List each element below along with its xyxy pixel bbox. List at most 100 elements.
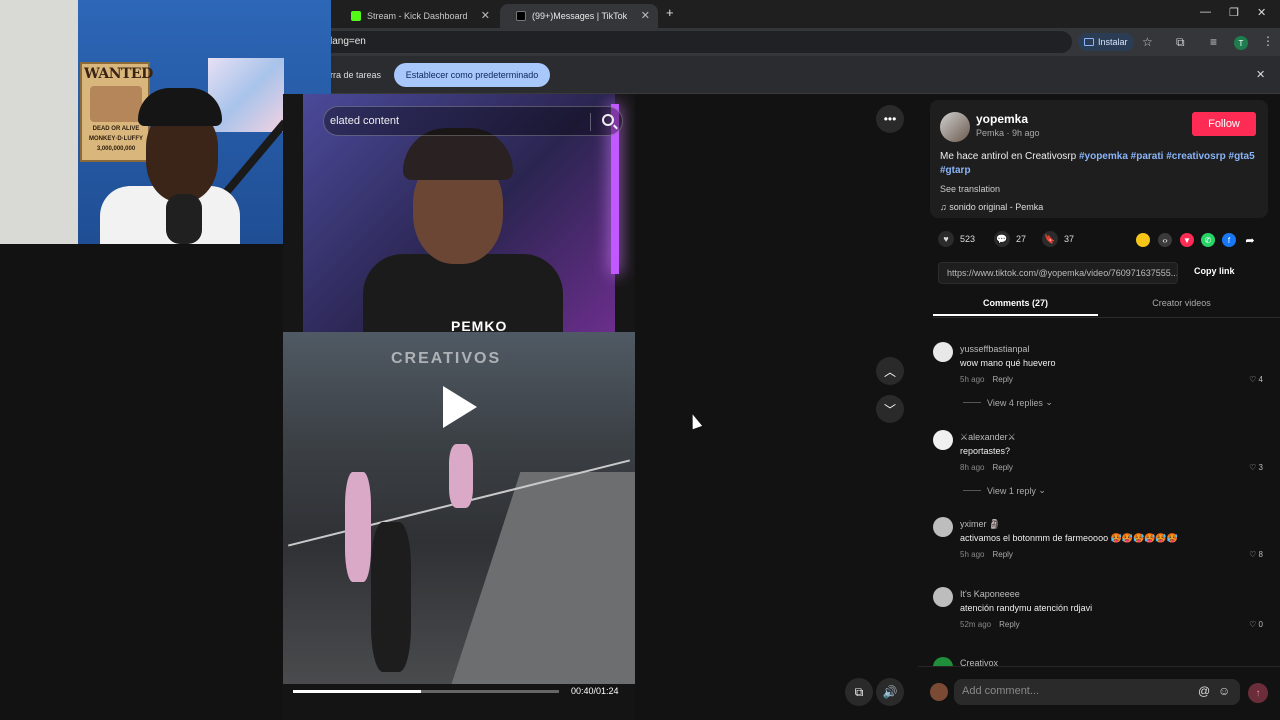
commenter-name[interactable]: Creativox bbox=[960, 658, 998, 666]
more-options-icon[interactable]: ••• bbox=[876, 105, 904, 133]
author-username[interactable]: yopemka bbox=[976, 112, 1028, 126]
view-replies-button[interactable]: View 1 reply ⌄ bbox=[963, 485, 1046, 496]
comment-like-button[interactable]: ♡ 4 bbox=[1249, 375, 1263, 384]
commenter-name[interactable]: It's Kaponeeee bbox=[960, 589, 1020, 599]
embed-icon[interactable]: ‹› bbox=[1158, 233, 1172, 247]
sidewalk bbox=[445, 472, 635, 702]
bookmark-star-icon[interactable]: ☆ bbox=[1142, 35, 1153, 49]
divider-line bbox=[963, 490, 981, 491]
save-count: 37 bbox=[1064, 234, 1075, 244]
comment-time: 52m ago bbox=[960, 620, 992, 629]
reply-button[interactable]: Reply bbox=[992, 375, 1012, 384]
reply-button[interactable]: Reply bbox=[992, 463, 1012, 472]
tab-kick-dashboard[interactable]: Stream - Kick Dashboard ✕ bbox=[335, 4, 498, 28]
sound-link[interactable]: ♫ sonido original - Pemka bbox=[940, 202, 1043, 212]
comment-text: activamos el botonmm de farmeoooo 🥵🥵🥵🥵🥵🥵 bbox=[960, 533, 1178, 543]
see-translation-link[interactable]: See translation bbox=[940, 184, 1000, 194]
commenter-name[interactable]: yusseffbastianpal bbox=[960, 344, 1029, 354]
comment-like-count: 0 bbox=[1258, 620, 1263, 629]
heart-icon: ♥ bbox=[938, 231, 954, 247]
play-icon[interactable] bbox=[443, 386, 477, 428]
comment-count: 27 bbox=[1016, 234, 1027, 244]
wanted-poster-image bbox=[90, 86, 142, 122]
picture-in-picture-icon[interactable]: ⧉ bbox=[845, 678, 873, 706]
author-avatar[interactable] bbox=[940, 112, 970, 142]
game-character bbox=[371, 522, 411, 672]
comment-like-button[interactable]: ♡ 0 bbox=[1249, 620, 1263, 629]
comment-item: Creativox bbox=[933, 657, 1263, 666]
comment-like-button[interactable]: ♡ 8 bbox=[1249, 550, 1263, 559]
comment-button[interactable]: 💬 27 bbox=[994, 231, 1026, 247]
like-button[interactable]: ♥ 523 bbox=[938, 231, 975, 247]
infobar-close-icon[interactable]: ✕ bbox=[1256, 68, 1265, 81]
comment-like-button[interactable]: ♡ 3 bbox=[1249, 463, 1263, 472]
video-time: 00:40/01:24 bbox=[571, 686, 619, 696]
mention-icon[interactable]: @ bbox=[1198, 684, 1210, 698]
video-player[interactable]: PEMKO elated content CREATIVOS 00:40/01:… bbox=[283, 94, 635, 720]
hashtag[interactable]: #gtarp bbox=[940, 165, 971, 176]
follow-button[interactable]: Follow bbox=[1192, 112, 1256, 136]
commenter-avatar[interactable] bbox=[933, 517, 953, 537]
volume-icon[interactable]: 🔊 bbox=[876, 678, 904, 706]
media-control-icon[interactable]: ≡ bbox=[1210, 35, 1217, 49]
post-description: Me hace antirol en Creativosrp #yopemka … bbox=[940, 150, 1262, 178]
close-tab-icon[interactable]: ✕ bbox=[481, 9, 490, 22]
search-placeholder: elated content bbox=[330, 115, 400, 127]
video-progress-bar[interactable] bbox=[293, 690, 559, 693]
hashtag[interactable]: #creativosrp bbox=[1166, 151, 1225, 162]
comment-meta: 52m ago Reply bbox=[960, 620, 1020, 629]
hashtag[interactable]: #parati bbox=[1131, 151, 1164, 162]
maximize-button[interactable]: ❐ bbox=[1229, 6, 1239, 19]
search-icon[interactable] bbox=[602, 114, 614, 126]
commenter-avatar[interactable] bbox=[933, 657, 953, 666]
next-video-icon[interactable]: ﹀ bbox=[876, 395, 904, 423]
commenter-name[interactable]: yximer 🗿 bbox=[960, 519, 1000, 530]
reply-button[interactable]: Reply bbox=[999, 620, 1019, 629]
post-comment-button[interactable]: ↑ bbox=[1248, 683, 1268, 703]
tab-creator-videos[interactable]: Creator videos bbox=[1099, 298, 1264, 314]
comment-text: atención randymu atención rdjavi bbox=[960, 603, 1093, 613]
search-input[interactable]: elated content bbox=[323, 106, 623, 136]
music-note-icon: ♫ bbox=[940, 202, 947, 212]
tiktok-favicon-icon bbox=[516, 11, 526, 21]
search-divider bbox=[590, 113, 591, 131]
emoji-icon[interactable]: ☺ bbox=[1218, 684, 1230, 698]
gameplay-footage: CREATIVOS bbox=[283, 332, 635, 702]
previous-video-icon[interactable]: ︿ bbox=[876, 357, 904, 385]
view-replies-button[interactable]: View 4 replies ⌄ bbox=[963, 397, 1053, 408]
tab-comments[interactable]: Comments (27) bbox=[933, 298, 1098, 316]
close-window-button[interactable]: ✕ bbox=[1257, 6, 1266, 19]
tab-tiktok-messages[interactable]: (99+)Messages | TikTok ✕ bbox=[500, 4, 658, 28]
author-subline: Pemka · 9h ago bbox=[976, 128, 1040, 138]
copy-link-button[interactable]: Copy link bbox=[1194, 266, 1235, 276]
reply-button[interactable]: Reply bbox=[992, 550, 1012, 559]
send-to-friends-icon[interactable]: ▼ bbox=[1180, 233, 1194, 247]
video-link-field[interactable]: https://www.tiktok.com/@yopemka/video/76… bbox=[938, 262, 1178, 284]
commenter-avatar[interactable] bbox=[933, 430, 953, 450]
repost-icon[interactable] bbox=[1136, 233, 1150, 247]
facebook-icon[interactable]: f bbox=[1222, 233, 1236, 247]
extensions-icon[interactable]: ⧉ bbox=[1176, 35, 1185, 50]
new-tab-button[interactable]: + bbox=[666, 5, 674, 20]
minimize-button[interactable]: — bbox=[1200, 6, 1211, 18]
hashtag[interactable]: #gta5 bbox=[1229, 151, 1255, 162]
commenter-avatar[interactable] bbox=[933, 587, 953, 607]
whatsapp-icon[interactable]: ✆ bbox=[1201, 233, 1215, 247]
install-app-button[interactable]: Instalar bbox=[1078, 33, 1134, 51]
hashtag[interactable]: #yopemka bbox=[1079, 151, 1128, 162]
save-button[interactable]: 🔖 37 bbox=[1042, 231, 1074, 247]
webcam-wall-left bbox=[0, 0, 78, 244]
divider-line bbox=[963, 402, 981, 403]
game-logo-text: CREATIVOS bbox=[391, 350, 502, 367]
commenter-avatar[interactable] bbox=[933, 342, 953, 362]
close-tab-icon[interactable]: ✕ bbox=[641, 9, 650, 22]
streamer-cap bbox=[138, 88, 222, 126]
profile-avatar-icon[interactable]: T bbox=[1234, 36, 1248, 50]
menu-kebab-icon[interactable]: ⋮ bbox=[1262, 34, 1274, 48]
kick-favicon-icon bbox=[351, 11, 361, 21]
url-input[interactable]: lang=en bbox=[320, 31, 1072, 53]
share-arrow-icon[interactable]: ➦ bbox=[1243, 233, 1257, 247]
comment-time: 8h ago bbox=[960, 463, 985, 472]
set-default-button[interactable]: Establecer como predeterminado bbox=[394, 63, 550, 87]
commenter-name[interactable]: ⚔alexander⚔ bbox=[960, 432, 1016, 443]
